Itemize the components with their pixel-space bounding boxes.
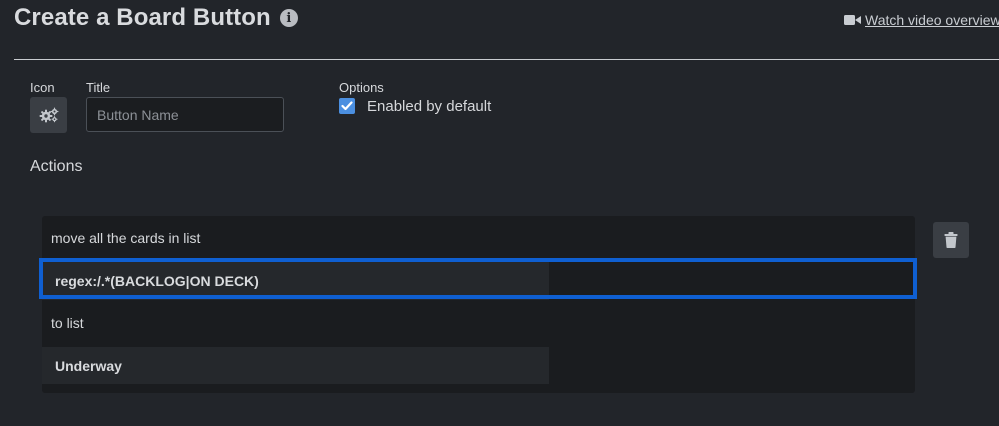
gears-icon	[39, 107, 58, 123]
title-label: Title	[86, 80, 111, 95]
icon-picker-button[interactable]	[30, 97, 67, 133]
action-text-to-list: to list	[51, 315, 84, 331]
trash-icon	[944, 232, 958, 248]
actions-heading: Actions	[30, 158, 83, 175]
list-filter-field[interactable]: regex:/.*(BACKLOG|ON DECK)	[42, 262, 549, 300]
page-title: Create a Board Button	[14, 4, 271, 31]
action-card: move all the cards in list regex:/.*(BAC…	[42, 216, 915, 393]
enabled-by-default-checkbox[interactable]	[339, 98, 355, 114]
watch-video-link[interactable]: Watch video overview	[844, 12, 999, 28]
target-list-field[interactable]: Underway	[42, 347, 549, 384]
delete-action-button[interactable]	[933, 222, 969, 258]
checkmark-icon	[341, 101, 353, 111]
info-icon[interactable]: i	[279, 9, 298, 27]
button-name-input[interactable]	[86, 97, 284, 132]
header-divider	[14, 59, 999, 60]
page-header: Create a Board Button i	[14, 4, 298, 32]
options-label: Options	[339, 80, 384, 95]
watch-video-label[interactable]: Watch video overview	[865, 12, 999, 28]
action-text-move-cards: move all the cards in list	[51, 230, 201, 246]
enabled-by-default-label[interactable]: Enabled by default	[367, 98, 491, 115]
video-camera-icon	[844, 15, 861, 25]
icon-label: Icon	[30, 80, 55, 95]
